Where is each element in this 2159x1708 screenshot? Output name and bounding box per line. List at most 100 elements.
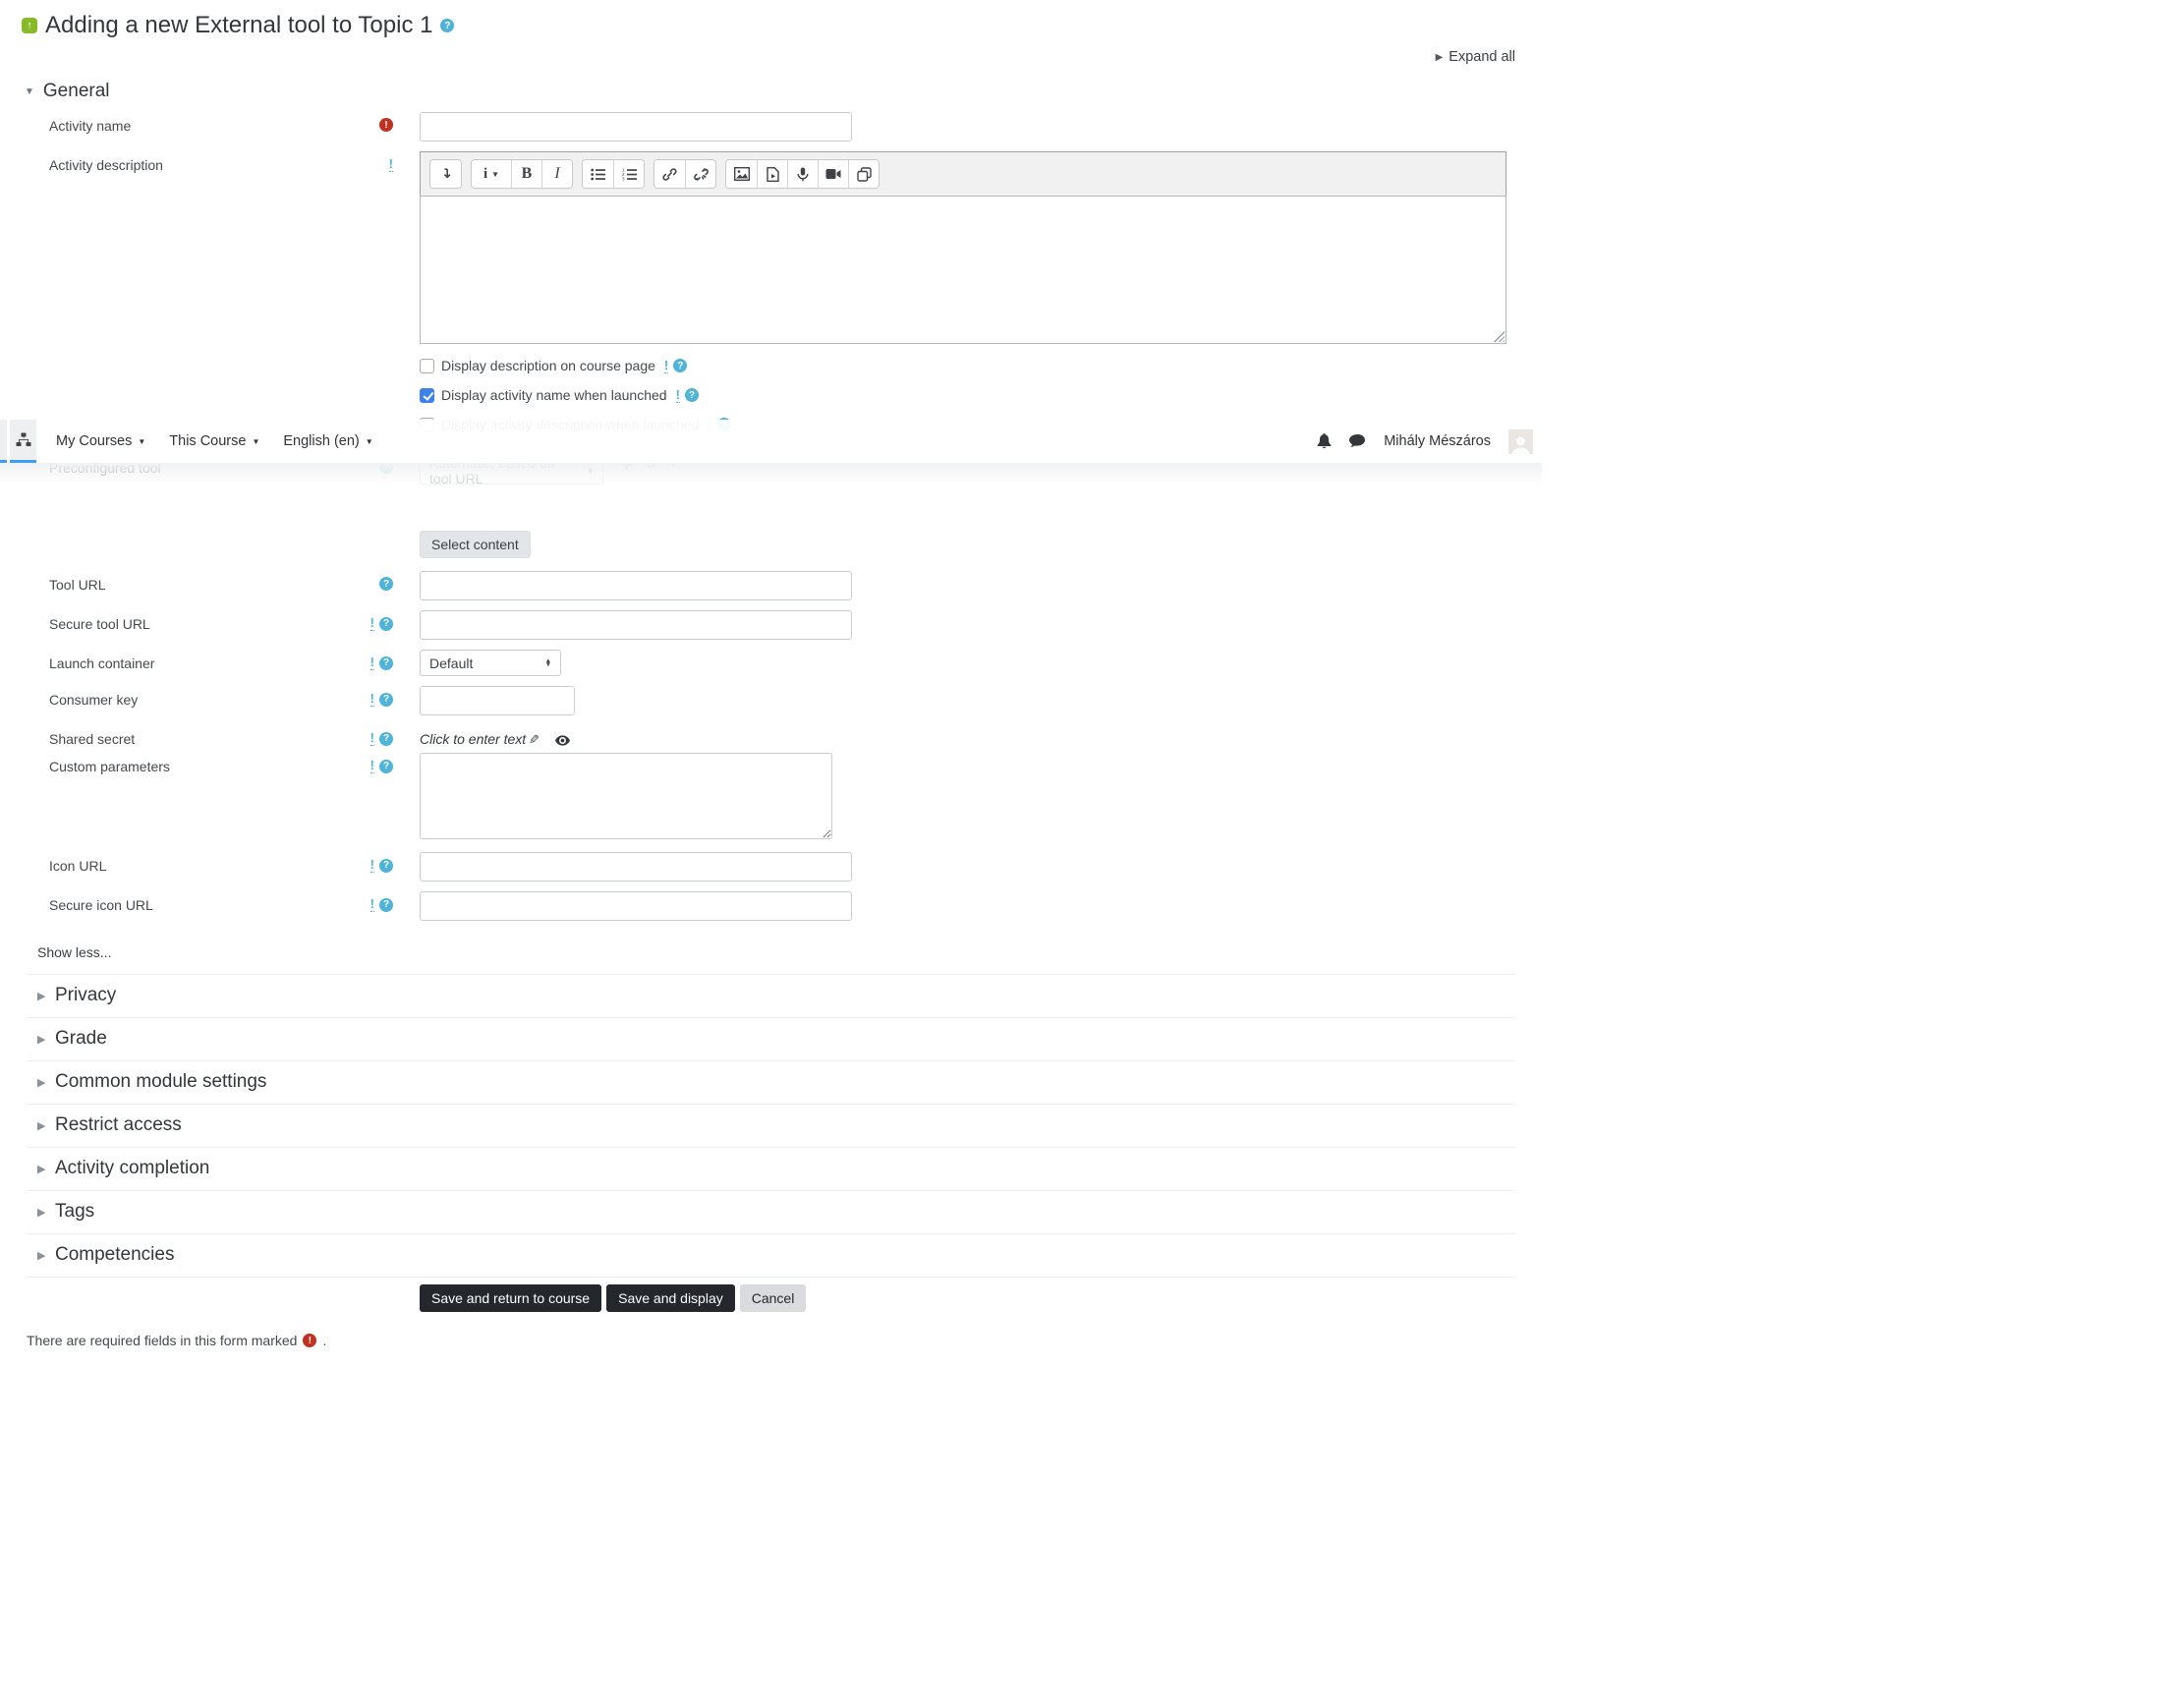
bell-icon[interactable] [1317, 433, 1332, 449]
checkbox-label[interactable]: Display activity name when launched [441, 387, 667, 403]
manage-files-icon[interactable] [848, 160, 879, 188]
activity-name-label: Activity name [49, 118, 132, 134]
section-competencies[interactable]: ▶ Competencies [27, 1234, 1515, 1278]
triangle-right-icon: ▶ [37, 1119, 46, 1132]
tool-url-label: Tool URL [49, 577, 106, 593]
italic-icon[interactable]: I [541, 160, 572, 188]
required-icon: ! [303, 1334, 317, 1347]
help-icon[interactable]: ? [379, 616, 393, 631]
unordered-list-icon[interactable] [583, 160, 613, 188]
warning-icon[interactable]: ! [369, 616, 374, 631]
page: ↑ Adding a new External tool to Topic 1 … [0, 0, 1542, 1378]
expand-all-label: Expand all [1449, 49, 1515, 65]
help-icon[interactable]: ? [379, 577, 393, 591]
display-description-checkbox[interactable] [420, 358, 434, 373]
warning-icon[interactable]: ! [369, 692, 374, 707]
nav-menu-my-courses[interactable]: My Courses ▼ [44, 420, 157, 463]
insert-media-icon[interactable] [757, 160, 787, 188]
description-textarea[interactable] [420, 196, 1506, 344]
help-icon[interactable]: ? [379, 897, 393, 912]
help-icon[interactable]: ? [379, 858, 393, 873]
section-restrict-access[interactable]: ▶ Restrict access [27, 1105, 1515, 1148]
launch-container-value: Default [429, 655, 474, 671]
link-icon[interactable] [654, 160, 685, 188]
triangle-right-icon: ▶ [37, 1076, 46, 1089]
page-title: Adding a new External tool to Topic 1 [45, 12, 433, 38]
title-help-icon[interactable]: ? [440, 19, 455, 32]
resize-handle[interactable] [1494, 331, 1505, 342]
warning-icon[interactable]: ! [369, 731, 374, 746]
section-activity-completion[interactable]: ▶ Activity completion [27, 1148, 1515, 1191]
nav-tab-partial[interactable] [0, 420, 7, 463]
collapse-toolbar-icon[interactable] [430, 160, 461, 188]
section-grade[interactable]: ▶ Grade [27, 1018, 1515, 1061]
secure-icon-url-input[interactable] [420, 891, 852, 921]
checkbox-label[interactable]: Display description on course page [441, 358, 655, 373]
tool-url-input[interactable] [420, 571, 852, 600]
help-icon[interactable]: ? [379, 692, 393, 707]
shared-secret-edit-link[interactable]: Click to enter text ✎ [420, 731, 540, 747]
help-icon[interactable]: ? [673, 359, 688, 372]
sitemap-icon[interactable] [10, 420, 36, 463]
nav-menu-label: My Courses [56, 433, 133, 449]
navbar: My Courses ▼ This Course ▼ English (en) … [0, 420, 1542, 484]
unlink-icon[interactable] [685, 160, 715, 188]
section-title: Activity completion [55, 1158, 210, 1178]
bold-icon[interactable]: B [511, 160, 541, 188]
save-and-display-button[interactable]: Save and display [606, 1284, 735, 1312]
record-audio-icon[interactable] [787, 160, 818, 188]
warning-icon[interactable]: ! [663, 359, 669, 373]
secure-tool-url-input[interactable] [420, 610, 852, 640]
triangle-right-icon: ▶ [37, 1163, 46, 1175]
nav-menu-label: English (en) [283, 433, 360, 449]
warning-icon[interactable]: ! [369, 759, 374, 773]
help-icon[interactable]: ? [379, 655, 393, 670]
section-privacy[interactable]: ▶ Privacy [27, 974, 1515, 1018]
record-video-icon[interactable] [818, 160, 848, 188]
insert-image-icon[interactable] [726, 160, 757, 188]
nav-menu-language[interactable]: English (en) ▼ [271, 420, 384, 463]
triangle-right-icon: ▶ [1435, 51, 1444, 63]
chat-icon[interactable] [1349, 433, 1366, 449]
warning-icon[interactable]: ! [675, 388, 680, 403]
section-common-module-settings[interactable]: ▶ Common module settings [27, 1061, 1515, 1105]
nav-menu-this-course[interactable]: This Course ▼ [157, 420, 271, 463]
ordered-list-icon[interactable]: 123 [613, 160, 644, 188]
pencil-icon: ✎ [529, 732, 540, 747]
show-less-link[interactable]: Show less... [37, 944, 111, 960]
icon-url-input[interactable] [420, 852, 852, 882]
warning-icon[interactable]: ! [369, 858, 374, 873]
consumer-key-input[interactable] [420, 686, 575, 715]
launch-container-select[interactable]: Default ▲ ▼ [420, 650, 561, 676]
triangle-down-icon: ▼ [25, 85, 34, 97]
triangle-right-icon: ▶ [37, 1206, 46, 1219]
activity-name-input[interactable] [420, 112, 852, 142]
eye-icon[interactable] [554, 733, 570, 749]
launch-container-label: Launch container [49, 655, 155, 671]
help-icon[interactable]: ? [379, 731, 393, 746]
page-header: ↑ Adding a new External tool to Topic 1 … [22, 12, 1515, 39]
triangle-right-icon: ▶ [37, 1249, 46, 1262]
avatar[interactable] [1508, 428, 1533, 454]
nav-menu-label: This Course [169, 433, 247, 449]
section-title: Common module settings [55, 1071, 267, 1092]
custom-parameters-textarea[interactable] [420, 753, 832, 839]
help-icon[interactable]: ? [684, 388, 699, 402]
select-content-button[interactable]: Select content [420, 531, 531, 558]
section-title: Restrict access [55, 1114, 182, 1135]
required-note-text: There are required fields in this form m… [27, 1333, 298, 1348]
warning-icon[interactable]: ! [369, 655, 374, 670]
section-title: Grade [55, 1028, 107, 1049]
caret-down-icon: ▼ [138, 436, 146, 446]
display-activity-name-checkbox[interactable] [420, 387, 434, 403]
cancel-button[interactable]: Cancel [739, 1284, 807, 1312]
section-tags[interactable]: ▶ Tags [27, 1191, 1515, 1234]
user-name[interactable]: Mihály Mészáros [1384, 433, 1491, 449]
save-and-return-button[interactable]: Save and return to course [420, 1284, 602, 1312]
section-general-header[interactable]: ▼ General [25, 81, 1515, 102]
required-icon: ! [379, 118, 393, 132]
help-icon[interactable]: ? [379, 759, 393, 773]
warning-icon[interactable]: ! [369, 897, 374, 912]
paragraph-style-icon[interactable]: i ▼ [472, 160, 511, 188]
expand-all-link[interactable]: ▶ Expand all [1436, 49, 1515, 65]
